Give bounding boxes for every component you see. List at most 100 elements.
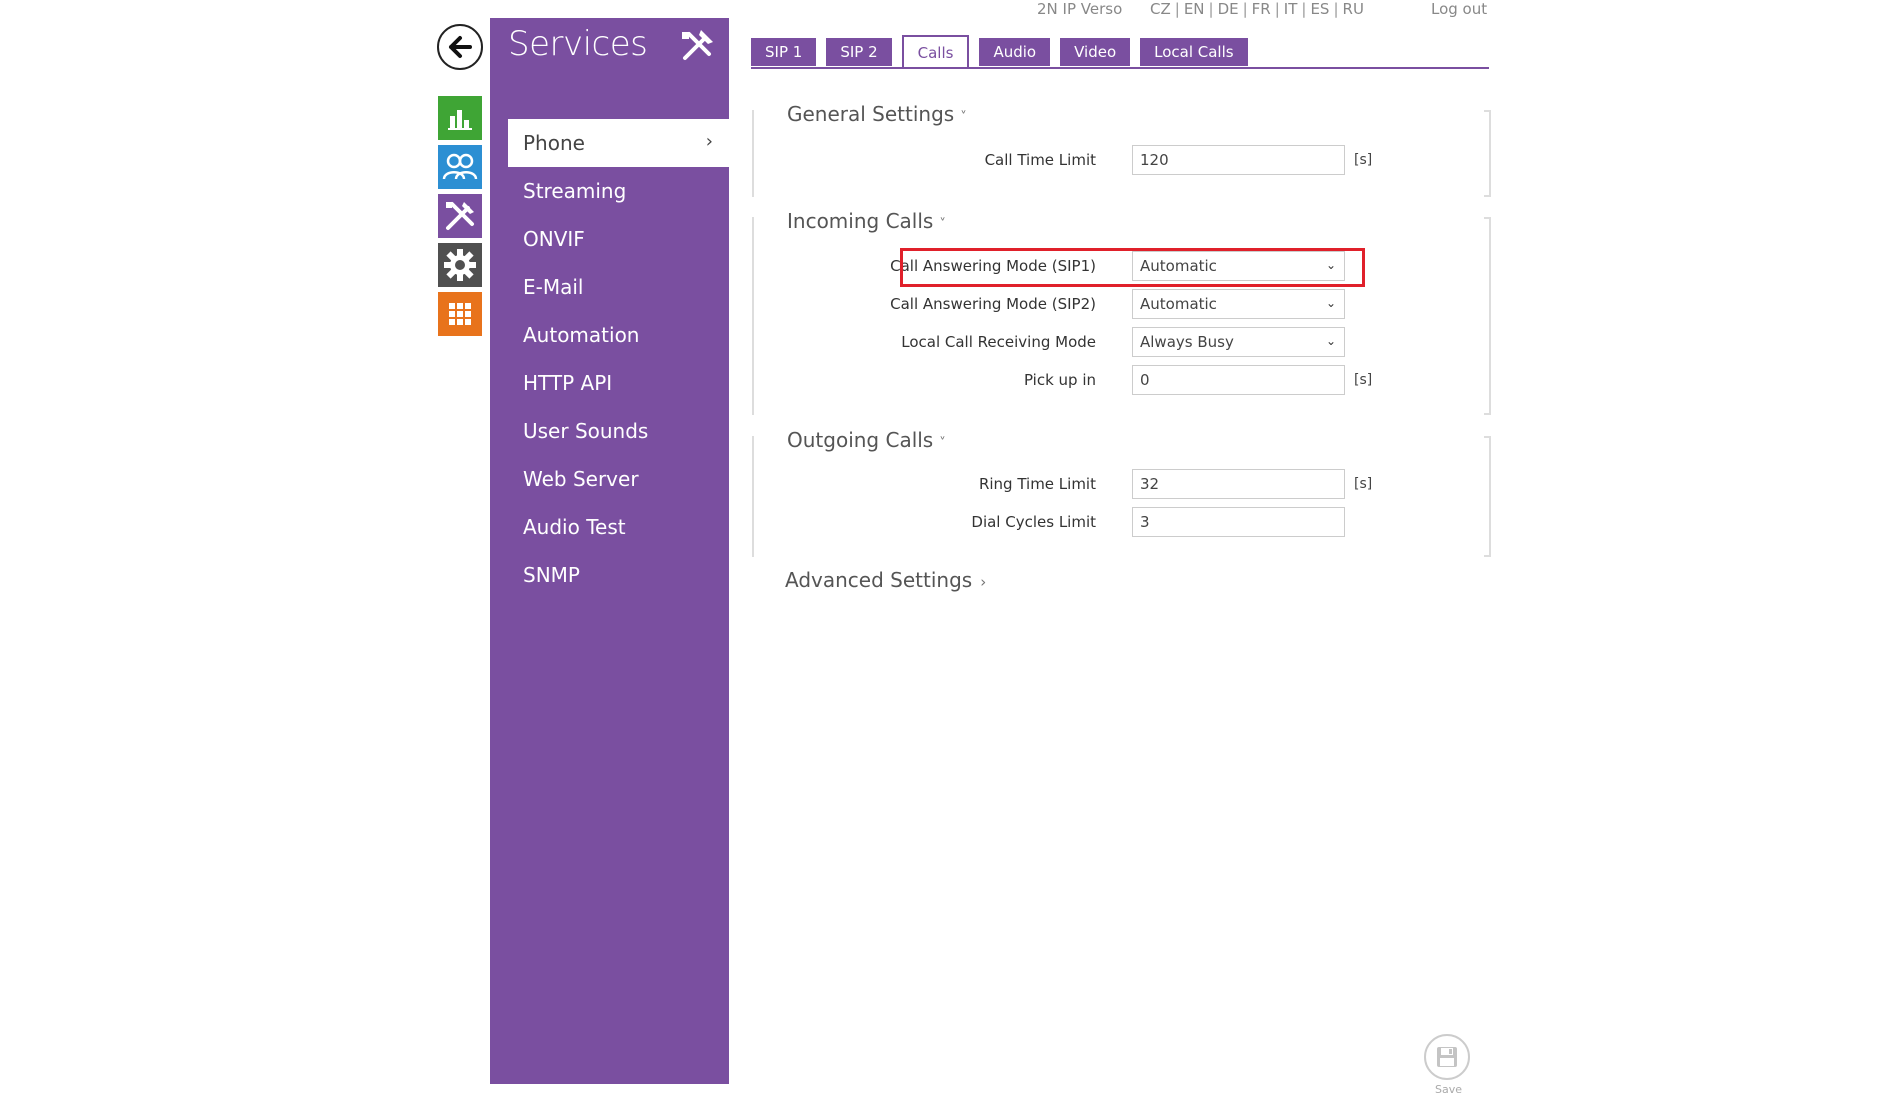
lang-de[interactable]: DE	[1218, 0, 1239, 18]
lang-fr[interactable]: FR	[1252, 0, 1271, 18]
ring-time-limit-label: Ring Time Limit	[978, 475, 1096, 493]
chevron-down-icon: ⌄	[1325, 296, 1336, 310]
local-call-receiving-mode-label: Local Call Receiving Mode	[901, 333, 1096, 351]
sidebar-item-label: Web Server	[523, 467, 639, 491]
section-title: Outgoing Calls	[787, 428, 934, 452]
outgoing-calls-toggle[interactable]: Outgoing Calls ˅	[787, 428, 946, 452]
sidebar-item-label: E-Mail	[523, 275, 584, 299]
section-title: Incoming Calls	[787, 209, 934, 233]
section-title: Advanced Settings	[785, 568, 973, 592]
chevron-right-icon: ›	[980, 573, 987, 591]
sidebar-item-label: Streaming	[523, 179, 627, 203]
dial-cycles-limit-label: Dial Cycles Limit	[971, 513, 1096, 531]
divider: |	[1174, 0, 1180, 18]
select-value: Always Busy	[1140, 333, 1234, 351]
language-selector: CZ | EN | DE | FR | IT | ES | RU	[1150, 0, 1364, 18]
divider: |	[1242, 0, 1248, 18]
lang-it[interactable]: IT	[1284, 0, 1298, 18]
phone-tabs: SIP 1 SIP 2 Calls Audio Video Local Call…	[751, 35, 1248, 69]
sidebar-item-http-api[interactable]: HTTP API	[508, 359, 729, 407]
general-settings-section: General Settings ˅ Call Time Limit 120 [s…	[752, 102, 1491, 197]
directory-nav-button[interactable]	[438, 145, 482, 189]
sidebar-item-email[interactable]: E-Mail	[508, 263, 729, 311]
chevron-down-icon: ˅	[939, 436, 946, 451]
divider: |	[1274, 0, 1280, 18]
divider: |	[1208, 0, 1214, 18]
bar-chart-icon	[438, 96, 482, 140]
call-time-limit-row: Call Time Limit 120 [s]	[754, 145, 1491, 175]
services-nav: Phone › Streaming ONVIF E-Mail Automatio…	[508, 119, 729, 599]
local-call-receiving-mode-select[interactable]: Always Busy ⌄	[1132, 327, 1345, 357]
floppy-disk-icon	[1437, 1047, 1457, 1067]
chevron-down-icon: ⌄	[1325, 334, 1336, 348]
grid-icon	[438, 292, 482, 336]
ring-time-limit-input[interactable]: 32	[1132, 469, 1345, 499]
sip2-answering-mode-select[interactable]: Automatic ⌄	[1132, 289, 1345, 319]
select-value: Automatic	[1140, 295, 1217, 313]
apps-nav-button[interactable]	[438, 292, 482, 336]
highlight-annotation	[900, 248, 1365, 287]
sidebar-title: Services	[508, 24, 648, 64]
sip2-answering-mode-label: Call Answering Mode (SIP2)	[890, 295, 1096, 313]
sidebar-item-label: ONVIF	[523, 227, 585, 251]
section-title: General Settings	[787, 102, 955, 126]
status-nav-button[interactable]	[438, 96, 482, 140]
back-arrow-icon	[449, 36, 472, 58]
pickup-row: Pick up in 0 [s]	[754, 365, 1491, 395]
lang-en[interactable]: EN	[1184, 0, 1205, 18]
local-call-receiving-mode-row: Local Call Receiving Mode Always Busy ⌄	[754, 327, 1491, 357]
call-time-limit-label: Call Time Limit	[984, 151, 1096, 169]
pickup-input[interactable]: 0	[1132, 365, 1345, 395]
lang-es[interactable]: ES	[1310, 0, 1329, 18]
divider: |	[1333, 0, 1339, 18]
sidebar-item-onvif[interactable]: ONVIF	[508, 215, 729, 263]
sip2-answering-mode-row: Call Answering Mode (SIP2) Automatic ⌄	[754, 289, 1491, 319]
unit-label: [s]	[1354, 372, 1373, 388]
tab-local-calls[interactable]: Local Calls	[1140, 38, 1248, 66]
dial-cycles-limit-input[interactable]: 3	[1132, 507, 1345, 537]
sidebar-item-label: Audio Test	[523, 515, 626, 539]
sidebar-item-snmp[interactable]: SNMP	[508, 551, 729, 599]
incoming-calls-toggle[interactable]: Incoming Calls ˅	[787, 209, 946, 233]
lang-ru[interactable]: RU	[1343, 0, 1364, 18]
lang-cz[interactable]: CZ	[1150, 0, 1171, 18]
call-time-limit-input[interactable]: 120	[1132, 145, 1345, 175]
advanced-settings-toggle[interactable]: Advanced Settings ›	[785, 568, 986, 592]
device-name: 2N IP Verso	[1037, 0, 1123, 18]
tab-sip2[interactable]: SIP 2	[826, 38, 892, 66]
sidebar-item-label: User Sounds	[523, 419, 649, 443]
gear-icon	[438, 243, 482, 287]
dial-cycles-limit-row: Dial Cycles Limit 3	[754, 507, 1491, 537]
chevron-down-icon: ˅	[960, 110, 967, 125]
ring-time-limit-row: Ring Time Limit 32 [s]	[754, 469, 1491, 499]
services-sidebar: Services Phone › Streaming ONVIF E-Mail …	[490, 18, 729, 1084]
save-label: Save	[1435, 1083, 1463, 1096]
tab-audio[interactable]: Audio	[979, 38, 1051, 66]
sidebar-item-user-sounds[interactable]: User Sounds	[508, 407, 729, 455]
incoming-calls-section: Incoming Calls ˅ Call Answering Mode (SIP…	[752, 209, 1491, 415]
sidebar-item-audio-test[interactable]: Audio Test	[508, 503, 729, 551]
logout-link[interactable]: Log out	[1431, 0, 1487, 18]
pickup-label: Pick up in	[1023, 371, 1096, 389]
sidebar-item-automation[interactable]: Automation	[508, 311, 729, 359]
users-icon	[438, 145, 482, 189]
chevron-down-icon: ˅	[939, 217, 946, 232]
services-nav-button[interactable]	[438, 194, 482, 238]
sidebar-item-phone[interactable]: Phone ›	[508, 119, 729, 167]
tab-calls[interactable]: Calls	[901, 35, 970, 69]
general-settings-toggle[interactable]: General Settings ˅	[787, 102, 967, 126]
system-nav-button[interactable]	[438, 243, 482, 287]
sidebar-item-label: Automation	[523, 323, 640, 347]
save-button[interactable]	[1424, 1034, 1470, 1080]
tools-icon	[438, 194, 482, 238]
sidebar-item-web-server[interactable]: Web Server	[508, 455, 729, 503]
chevron-right-icon: ›	[705, 131, 713, 152]
tools-icon	[682, 30, 713, 60]
tab-video[interactable]: Video	[1060, 38, 1131, 66]
back-button[interactable]	[437, 24, 483, 70]
sidebar-item-label: HTTP API	[523, 371, 613, 395]
divider: |	[1301, 0, 1307, 18]
sidebar-item-label: Phone	[523, 131, 585, 155]
sidebar-item-streaming[interactable]: Streaming	[508, 167, 729, 215]
tab-sip1[interactable]: SIP 1	[751, 38, 817, 66]
